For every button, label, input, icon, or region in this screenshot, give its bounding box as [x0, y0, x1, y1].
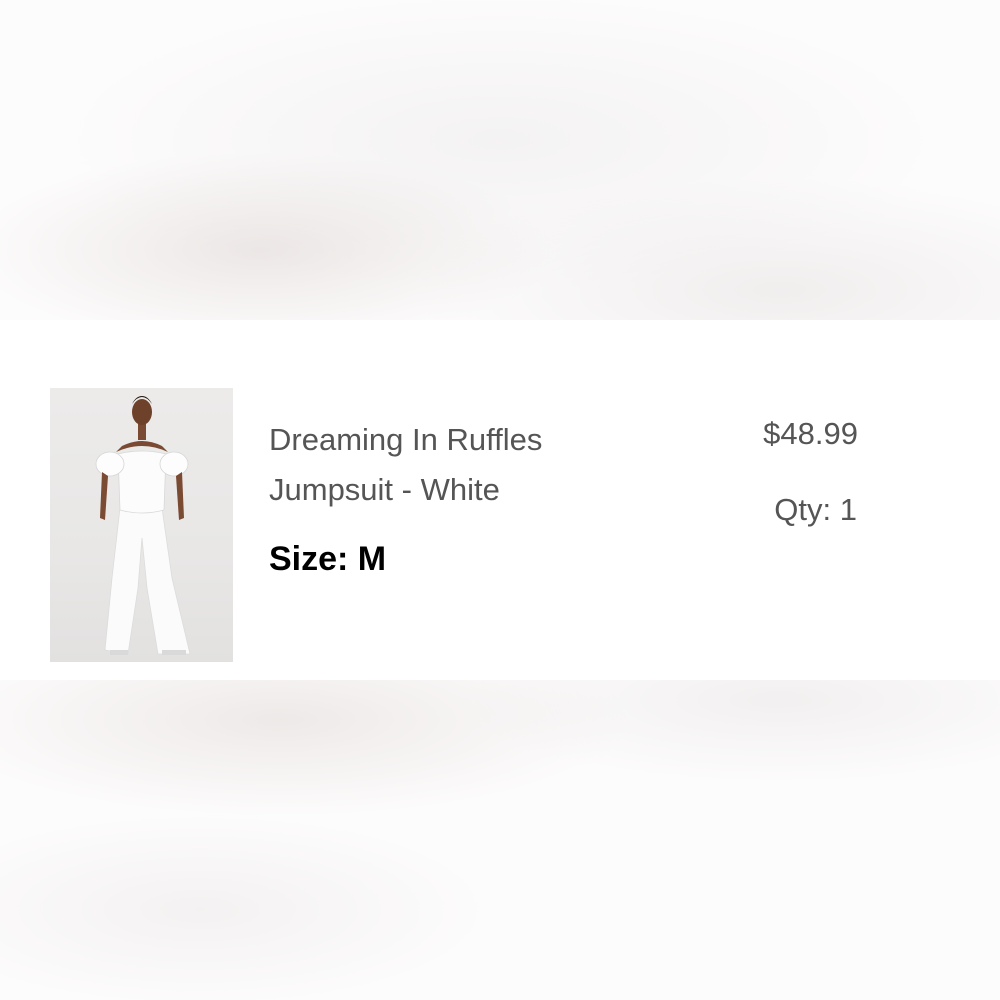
blurred-background-bottom — [0, 680, 1000, 1000]
product-quantity: Qty: 1 — [774, 492, 857, 527]
product-price: $48.99 — [763, 416, 858, 451]
product-image — [95, 396, 191, 655]
order-item-card: Dreaming In Ruffles Jumpsuit - White Siz… — [0, 320, 1000, 680]
blurred-background-top — [0, 0, 1000, 320]
product-title[interactable]: Dreaming In Ruffles Jumpsuit - White — [269, 415, 629, 515]
product-title-line-2: Jumpsuit - White — [269, 472, 500, 507]
order-item-screenshot: Dreaming In Ruffles Jumpsuit - White Siz… — [0, 0, 1000, 1000]
product-title-line-1: Dreaming In Ruffles — [269, 422, 543, 457]
product-size: Size: M — [269, 540, 387, 578]
product-thumbnail[interactable] — [50, 388, 233, 662]
